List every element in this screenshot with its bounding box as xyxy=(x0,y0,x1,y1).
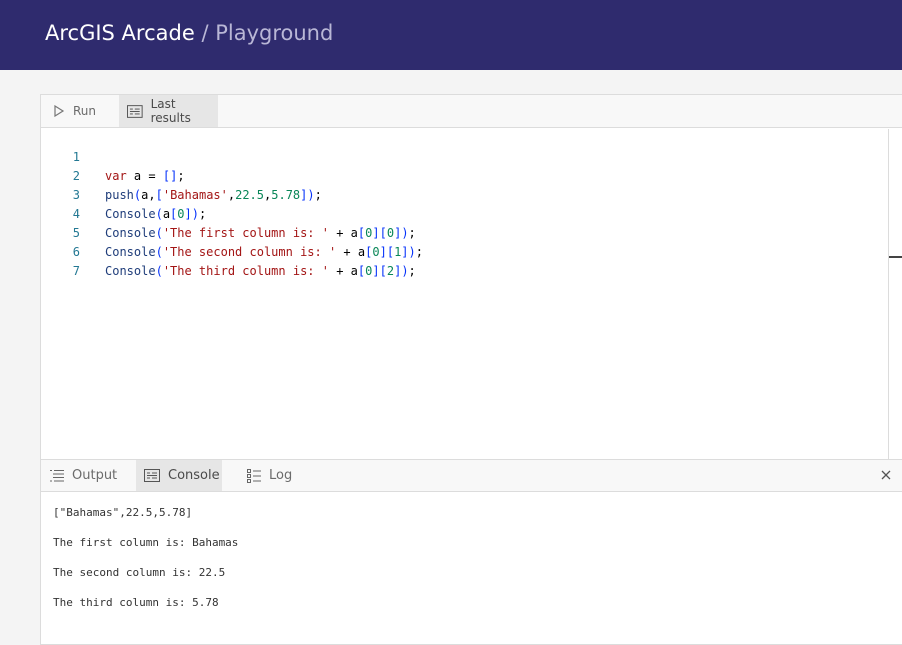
code-line: 5 Console('The second column is: ' + a[0… xyxy=(41,205,423,259)
run-button[interactable]: Run xyxy=(53,95,119,127)
last-results-label: Last results xyxy=(150,97,191,125)
line-number: 7 xyxy=(72,264,80,278)
console-line: ["Bahamas",22.5,5.78] xyxy=(53,506,193,519)
code-text: Console('The second column is: ' + a[0][… xyxy=(105,245,423,259)
console-line: The second column is: 22.5 xyxy=(53,566,226,579)
results-icon xyxy=(127,104,143,118)
run-label: Run xyxy=(73,104,97,118)
app-name[interactable]: ArcGIS Arcade xyxy=(45,21,195,45)
close-icon[interactable] xyxy=(879,468,893,482)
editor-scrollbar[interactable] xyxy=(888,129,902,459)
log-list-icon xyxy=(247,468,261,483)
code-line: 7 xyxy=(41,243,84,278)
code-line: 2 push(a,['Bahamas',22.5,5.78]); xyxy=(41,148,322,202)
page-title: ArcGIS Arcade / Playground xyxy=(45,19,333,47)
code-line: 4 Console('The first column is: ' + a[0]… xyxy=(41,186,416,240)
last-results-button[interactable]: Last results xyxy=(119,95,218,127)
title-separator: / xyxy=(194,21,216,45)
play-icon xyxy=(54,105,65,117)
code-line: 6 Console('The third column is: ' + a[0]… xyxy=(41,224,416,278)
code-text: push(a,['Bahamas',22.5,5.78]); xyxy=(105,188,322,202)
tab-output[interactable]: Output xyxy=(50,460,136,491)
code-text: Console('The third column is: ' + a[0][2… xyxy=(105,264,416,278)
code-text: Console(a[0]); xyxy=(105,207,207,221)
tab-output-label: Output xyxy=(72,468,118,483)
code-line: 1 var a = []; xyxy=(41,129,185,183)
app-header: ArcGIS Arcade / Playground xyxy=(0,0,902,70)
tab-console[interactable]: Console xyxy=(136,460,222,491)
tab-console-label: Console xyxy=(168,468,220,483)
page-name: Playground xyxy=(215,21,334,45)
results-tabs: Output Console Log xyxy=(41,459,902,492)
code-text: Console('The first column is: ' + a[0][0… xyxy=(105,226,416,240)
code-editor[interactable]: 1 var a = []; 2 push(a,['Bahamas',22.5,5… xyxy=(41,129,889,459)
console-line: The third column is: 5.78 xyxy=(53,596,219,609)
code-text: var a = []; xyxy=(105,169,185,183)
scrollbar-marker xyxy=(889,256,902,258)
tab-log[interactable]: Log xyxy=(247,460,307,491)
tab-log-label: Log xyxy=(269,468,293,483)
console-icon xyxy=(144,469,160,482)
list-icon xyxy=(50,470,64,482)
code-line: 3 Console(a[0]); xyxy=(41,167,206,221)
editor-panel: Run Last results 1 var a = []; 2 push(a,… xyxy=(40,94,902,645)
console-line: The first column is: Bahamas xyxy=(53,536,239,549)
editor-toolbar: Run Last results xyxy=(41,95,902,128)
